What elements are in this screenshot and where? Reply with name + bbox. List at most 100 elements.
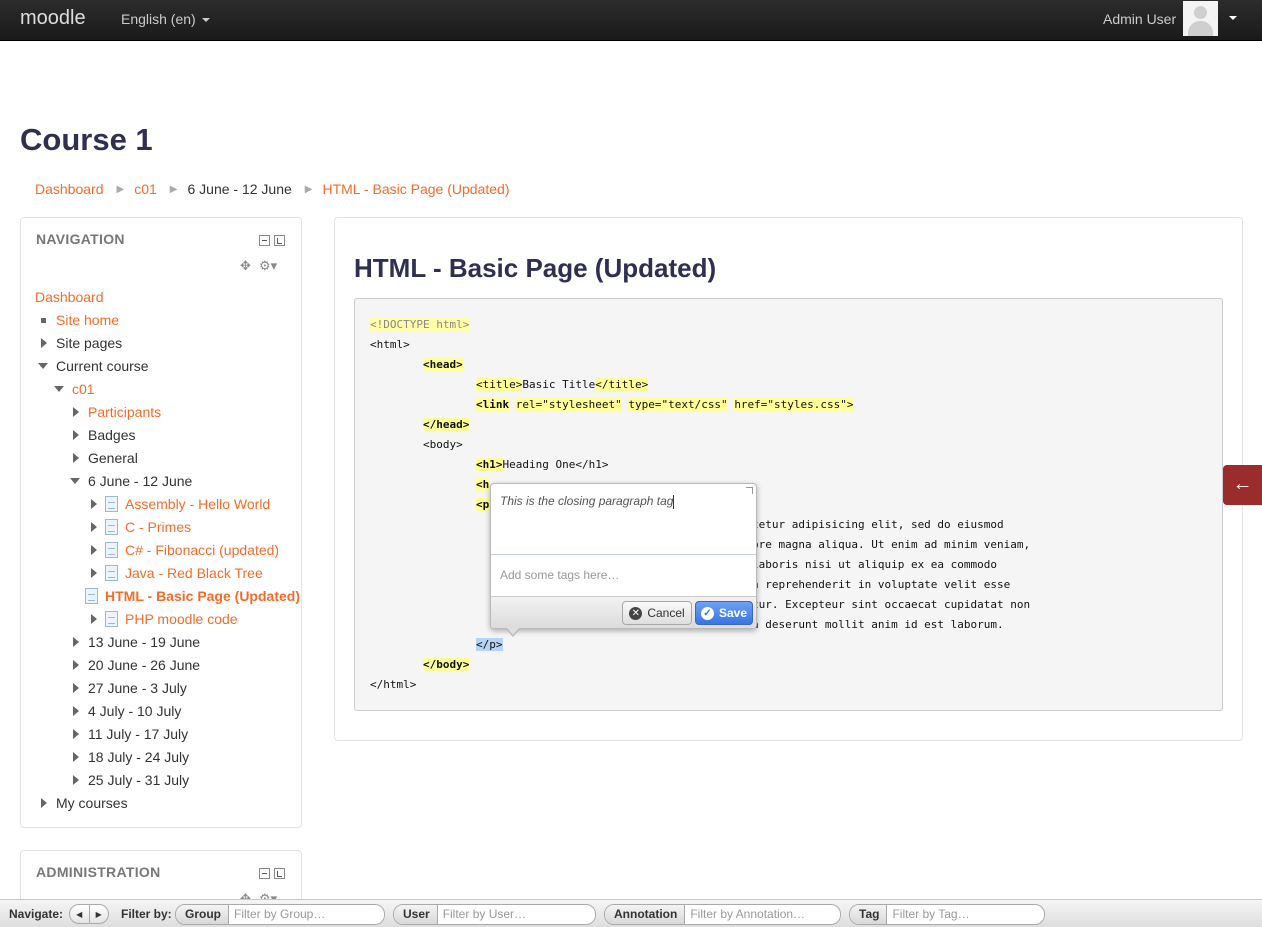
nav-item-general[interactable]: General <box>67 449 138 467</box>
code-line-9[interactable]: <h <box>476 478 490 491</box>
nav-item-label[interactable]: Java - Red Black Tree <box>125 565 263 581</box>
expand-icon[interactable] <box>91 522 97 532</box>
nav-item-week-4[interactable]: 27 June - 3 July <box>67 679 187 697</box>
breadcrumb-current-page[interactable]: HTML - Basic Page (Updated) <box>322 181 509 197</box>
expand-icon[interactable] <box>73 453 79 463</box>
expand-icon[interactable] <box>73 752 79 762</box>
user-filter-input[interactable]: Filter by User… <box>438 905 531 924</box>
collapse-icon[interactable] <box>70 478 80 484</box>
expand-icon[interactable] <box>73 729 79 739</box>
user-avatar-icon[interactable] <box>1183 1 1218 36</box>
prev-icon[interactable]: ◀ <box>70 905 90 923</box>
code-line-19[interactable]: </html> <box>370 678 416 691</box>
nav-item-csharp[interactable]: C# - Fibonacci (updated) <box>85 541 279 559</box>
brand-logo[interactable]: moodle <box>20 7 86 30</box>
code-line-11[interactable]: tetur adipisicing elit, sed do eiusmod <box>752 518 1004 531</box>
expand-icon[interactable] <box>73 637 79 647</box>
nav-item-current-course[interactable]: Current course <box>35 357 149 375</box>
code-line-5-type[interactable]: type="text/css" <box>628 398 728 411</box>
nav-item-week-2[interactable]: 13 June - 19 June <box>67 633 200 651</box>
breadcrumb-dashboard[interactable]: Dashboard <box>35 181 104 197</box>
annotation-filter[interactable]: Annotation Filter by Annotation… <box>604 904 841 925</box>
save-button[interactable]: ✓ Save <box>695 601 753 625</box>
nav-item-c01[interactable]: c01 <box>51 380 95 398</box>
user-filter[interactable]: User Filter by User… <box>393 904 596 925</box>
code-line-14[interactable]: n reprehenderit in voluptate velit esse <box>752 578 1010 591</box>
cancel-button[interactable]: ✕ Cancel <box>622 601 692 625</box>
gear-icon[interactable]: ⚙▾ <box>259 258 277 274</box>
nav-item-label[interactable]: Assembly - Hello World <box>125 496 270 512</box>
code-line-5-rel[interactable]: rel="stylesheet" <box>515 398 622 411</box>
tag-filter[interactable]: Tag Filter by Tag… <box>849 904 1045 925</box>
nav-item-label[interactable]: C# - Fibonacci (updated) <box>125 542 279 558</box>
nav-item-label[interactable]: Site home <box>56 312 119 328</box>
expand-icon[interactable] <box>41 338 47 348</box>
nav-item-week-8[interactable]: 25 July - 31 July <box>67 771 189 789</box>
code-line-6[interactable]: </head> <box>423 418 470 431</box>
collapse-icon[interactable] <box>38 363 48 369</box>
nav-item-dashboard[interactable]: Dashboard <box>35 288 104 306</box>
nav-item-label[interactable]: PHP moodle code <box>125 611 238 627</box>
code-block[interactable]: <!DOCTYPE html> <html> <head> <title>Bas… <box>354 298 1223 711</box>
language-menu[interactable]: English (en) <box>121 11 210 27</box>
user-name[interactable]: Admin User <box>1103 11 1176 27</box>
annotated-closing-p-tag[interactable]: </p> <box>476 638 503 651</box>
code-line-5-href[interactable]: href="styles.css"> <box>734 398 854 411</box>
code-line-8-text[interactable]: Heading One</h1> <box>503 458 609 471</box>
code-line-2[interactable]: <html> <box>370 338 410 351</box>
dock-icon[interactable] <box>274 868 285 879</box>
code-line-7[interactable]: <body> <box>423 438 463 451</box>
nav-item-site-home[interactable]: Site home <box>35 311 119 329</box>
nav-item-badges[interactable]: Badges <box>67 426 135 444</box>
nav-item-label[interactable]: C - Primes <box>125 519 191 535</box>
code-line-4-open[interactable]: <title> <box>476 378 523 391</box>
nav-item-java[interactable]: Java - Red Black Tree <box>85 564 263 582</box>
code-line-4-close[interactable]: </title> <box>595 378 649 391</box>
code-line-3[interactable]: <head> <box>423 358 463 371</box>
nav-item-site-pages[interactable]: Site pages <box>35 334 122 352</box>
arrow-left-icon[interactable]: ← <box>1223 465 1262 505</box>
code-line-13[interactable]: laboris nisi ut aliquip ex ea commodo <box>752 558 997 571</box>
nav-item-week-3[interactable]: 20 June - 26 June <box>67 656 200 674</box>
code-line-8-open[interactable]: <h1> <box>476 458 503 471</box>
expand-icon[interactable] <box>73 430 79 440</box>
code-line-1[interactable]: <!DOCTYPE html> <box>370 318 470 331</box>
resize-icon[interactable] <box>746 487 753 494</box>
nav-item-label[interactable]: Participants <box>88 404 161 420</box>
expand-icon[interactable] <box>91 614 97 624</box>
expand-icon[interactable] <box>73 660 79 670</box>
expand-icon[interactable] <box>73 706 79 716</box>
nav-item-assembly[interactable]: Assembly - Hello World <box>85 495 270 513</box>
nav-item-week-6[interactable]: 11 July - 17 July <box>67 725 188 743</box>
nav-item-label[interactable]: Dashboard <box>35 289 104 305</box>
expand-icon[interactable] <box>91 568 97 578</box>
code-line-16[interactable]: a deserunt mollit anim id est laborum. <box>752 618 1004 631</box>
annotation-tags-input[interactable]: Add some tags here… <box>491 557 756 597</box>
expand-icon[interactable] <box>41 798 47 808</box>
group-filter-input[interactable]: Filter by Group… <box>229 905 330 924</box>
expand-icon[interactable] <box>91 499 97 509</box>
code-line-12[interactable]: ore magna aliqua. Ut enim ad minim venia… <box>752 538 1030 551</box>
nav-item-week-7[interactable]: 18 July - 24 July <box>67 748 189 766</box>
code-line-18[interactable]: </body> <box>423 658 470 671</box>
nav-item-week-5[interactable]: 4 July - 10 July <box>67 702 181 720</box>
nav-item-c-primes[interactable]: C - Primes <box>85 518 191 536</box>
user-menu-caret-icon[interactable] <box>1229 16 1237 20</box>
nav-item-php[interactable]: PHP moodle code <box>85 610 238 628</box>
nav-item-my-courses[interactable]: My courses <box>35 794 128 812</box>
collapse-icon[interactable] <box>54 386 64 392</box>
nav-item-participants[interactable]: Participants <box>67 403 161 421</box>
code-line-10[interactable]: <p <box>476 498 490 511</box>
move-icon[interactable]: ✥ <box>240 258 251 274</box>
code-line-5-tag[interactable]: <link <box>476 398 510 411</box>
expand-icon[interactable] <box>91 545 97 555</box>
minimize-icon[interactable] <box>259 235 270 246</box>
code-line-15[interactable]: tur. Excepteur sint occaecat cupidatat n… <box>752 598 1030 611</box>
annotation-filter-input[interactable]: Filter by Annotation… <box>685 905 810 924</box>
code-line-4-text[interactable]: Basic Title <box>522 378 595 391</box>
annotation-text-input[interactable]: This is the closing paragraph tag <box>491 484 756 555</box>
expand-icon[interactable] <box>73 407 79 417</box>
breadcrumb-c01[interactable]: c01 <box>134 181 157 197</box>
minimize-icon[interactable] <box>259 868 270 879</box>
group-filter[interactable]: Group Filter by Group… <box>175 904 385 925</box>
